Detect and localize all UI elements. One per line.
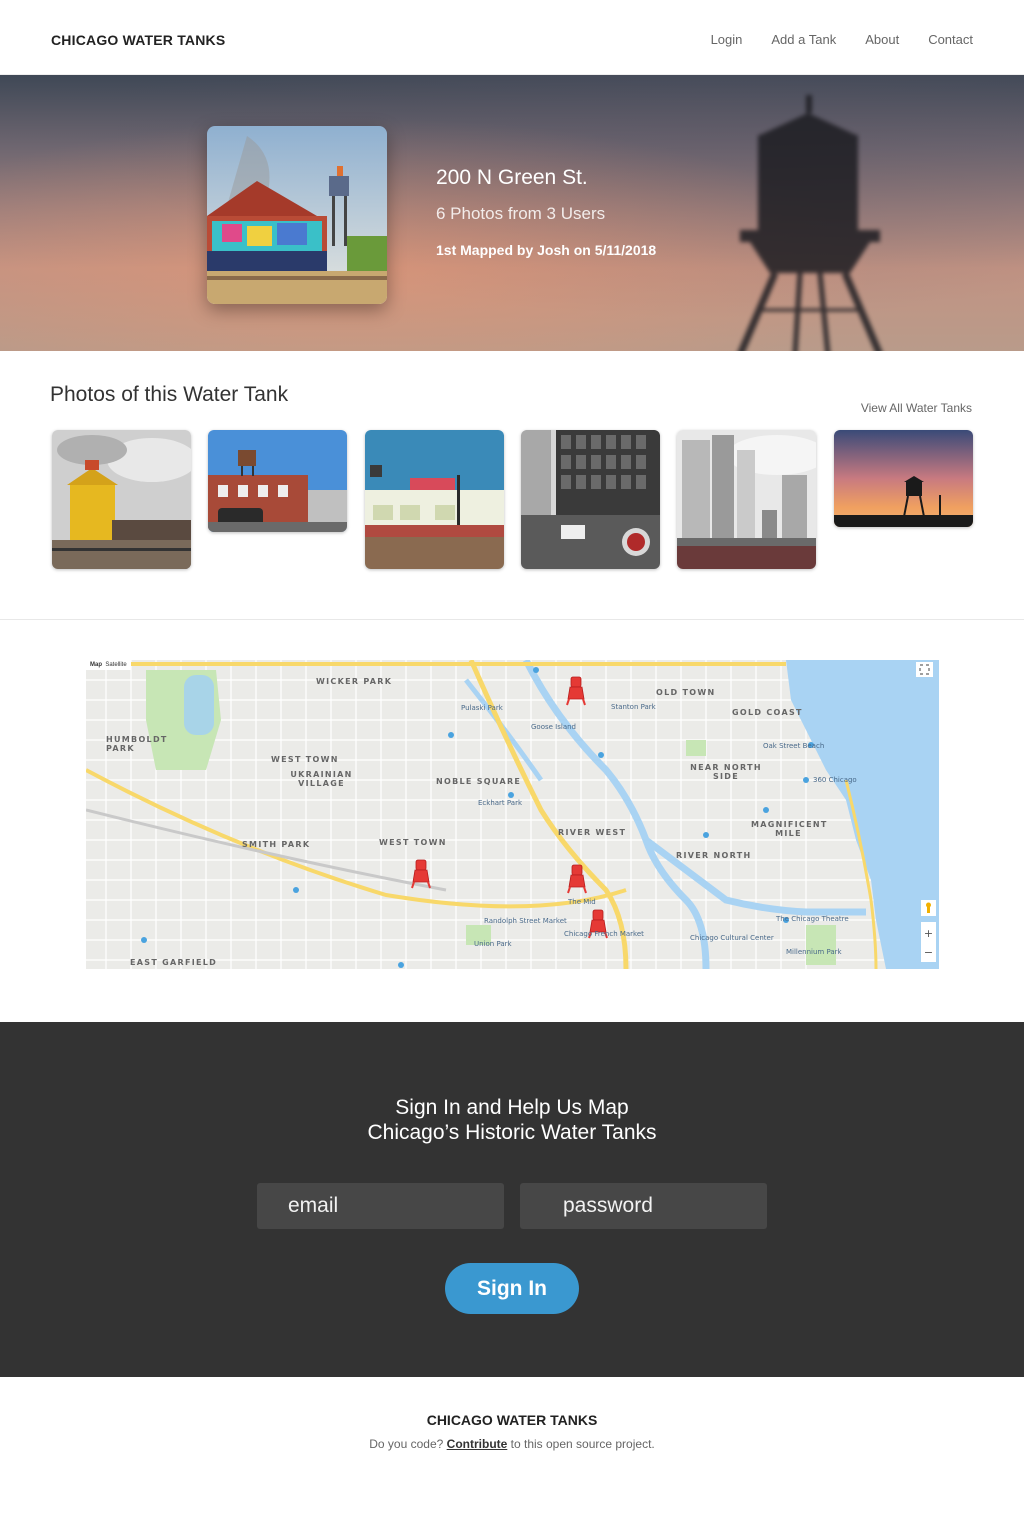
map-label: RIVER WEST (558, 828, 627, 837)
password-field[interactable] (520, 1183, 767, 1229)
footer-brand: CHICAGO WATER TANKS (426, 1412, 598, 1428)
signin-section: Sign In and Help Us Map Chicago’s Histor… (0, 1022, 1024, 1377)
map-label: UKRAINIAN VILLAGE (290, 770, 353, 788)
map-label: RIVER NORTH (676, 851, 752, 860)
map-label: WICKER PARK (316, 677, 393, 686)
section-divider (0, 619, 1024, 620)
photo-thumbnail[interactable] (52, 430, 191, 569)
hero-tank-photo[interactable] (207, 126, 387, 304)
contribute-link[interactable]: Contribute (447, 1437, 508, 1451)
svg-text:−: − (924, 946, 933, 959)
map-label: EAST GARFIELD (130, 958, 218, 967)
map-place[interactable]: Goose Island (531, 723, 576, 731)
nav-add-tank-link[interactable]: Add a Tank (771, 32, 836, 47)
footer-text-before: Do you code? (369, 1437, 444, 1451)
map-place[interactable]: Chicago French Market (564, 930, 644, 938)
map-place[interactable]: The Mid (568, 898, 596, 906)
brand-logo[interactable]: CHICAGO WATER TANKS (51, 32, 225, 48)
top-nav: CHICAGO WATER TANKS Login Add a Tank Abo… (0, 0, 1024, 75)
map-place[interactable]: Eckhart Park (478, 799, 522, 807)
map-tab[interactable]: Map (90, 662, 102, 668)
map-label: WEST TOWN (271, 755, 339, 764)
map-place[interactable]: Chicago Cultural Center (690, 934, 774, 942)
nav-about-link[interactable]: About (865, 32, 899, 47)
footer-text-after: to this open source project. (510, 1437, 655, 1451)
map-label: OLD TOWN (656, 688, 716, 697)
hero-banner: 200 N Green St. 6 Photos from 3 Users 1s… (0, 75, 1024, 351)
signin-heading-line1: Sign In and Help Us Map (395, 1096, 629, 1119)
nav-links: Login Add a Tank About Contact (711, 32, 973, 47)
photo-thumbnail[interactable] (677, 430, 816, 569)
tank-map[interactable]: + − Map Satellite WICKER PARK OLD TOWN G… (86, 660, 939, 969)
mapped-by: 1st Mapped by Josh on 5/11/2018 (436, 242, 657, 258)
map-place[interactable]: The Chicago Theatre (776, 915, 849, 923)
map-place[interactable]: Oak Street Beach (763, 742, 824, 750)
map-place[interactable]: Stanton Park (611, 703, 656, 711)
nav-login-link[interactable]: Login (711, 32, 743, 47)
map-label: NOBLE SQUARE (436, 777, 522, 786)
photo-summary: 6 Photos from 3 Users (436, 204, 606, 223)
photo-thumbnail[interactable] (365, 430, 504, 569)
view-all-tanks-link[interactable]: View All Water Tanks (861, 401, 972, 415)
map-place[interactable]: Randolph Street Market (484, 917, 567, 925)
photo-thumbnail[interactable] (208, 430, 347, 532)
map-place[interactable]: 360 Chicago (813, 776, 857, 784)
nav-contact-link[interactable]: Contact (928, 32, 973, 47)
tank-address: 200 N Green St. (436, 166, 588, 189)
map-place[interactable]: Millennium Park (786, 948, 842, 956)
map-label: MAGNIFICENT MILE (751, 820, 828, 838)
svg-text:+: + (924, 927, 933, 940)
map-place[interactable]: Pulaski Park (461, 704, 503, 712)
water-tower-silhouette (737, 95, 883, 351)
signin-heading-line2: Chicago’s Historic Water Tanks (367, 1121, 657, 1144)
map-label: SMITH PARK (242, 840, 311, 849)
map-label: WEST TOWN (379, 838, 447, 847)
map-type-toggle[interactable]: Map Satellite (86, 660, 131, 670)
photo-thumbnail[interactable] (834, 430, 973, 527)
map-place[interactable]: Union Park (474, 940, 512, 948)
sign-in-button[interactable]: Sign In (445, 1263, 579, 1314)
satellite-tab[interactable]: Satellite (105, 662, 126, 668)
map-label: HUMBOLDT PARK (106, 735, 168, 753)
photo-thumbnail[interactable] (521, 430, 660, 569)
map-label: GOLD COAST (732, 708, 803, 717)
footer-text: Do you code? Contribute to this open sou… (0, 1437, 1024, 1451)
map-label: NEAR NORTH SIDE (690, 763, 762, 781)
signin-heading: Sign In and Help Us Map Chicago’s Histor… (0, 1095, 1024, 1145)
photos-heading: Photos of this Water Tank (50, 383, 289, 406)
email-field[interactable] (257, 1183, 504, 1229)
